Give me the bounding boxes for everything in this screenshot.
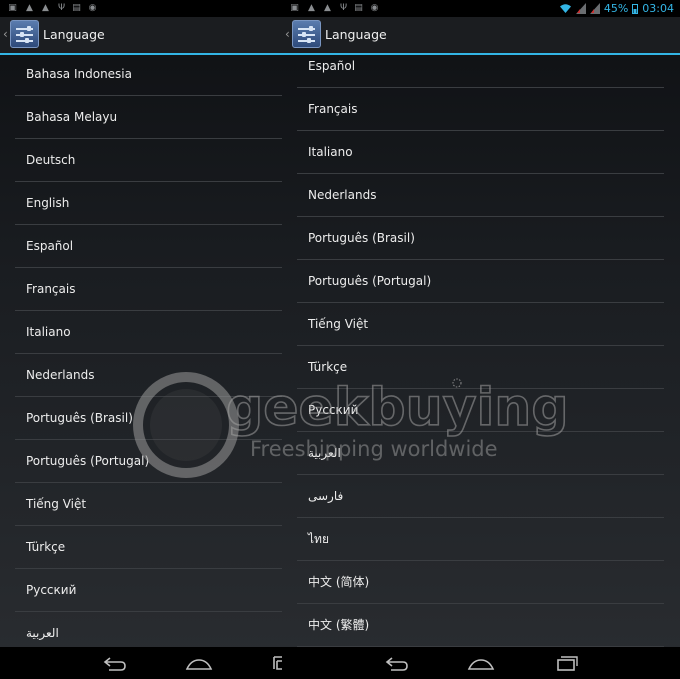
page-title: Language xyxy=(43,27,105,42)
status-bar: ▣ ▲ ▲ Ψ ▤ ◉ xyxy=(0,0,282,17)
language-item[interactable]: Bahasa Melayu xyxy=(15,96,282,139)
language-label: Español xyxy=(308,59,356,73)
back-icon[interactable] xyxy=(383,653,411,673)
language-label: Русский xyxy=(308,403,359,417)
home-icon[interactable] xyxy=(467,653,495,673)
usb-icon: Ψ xyxy=(57,3,66,13)
language-item[interactable]: Español xyxy=(297,45,664,88)
language-label: English xyxy=(26,196,70,210)
language-item[interactable]: Nederlands xyxy=(297,174,664,217)
language-label: Bahasa Melayu xyxy=(26,110,118,124)
battery-icon xyxy=(632,4,639,14)
language-item[interactable]: 中文 (繁體) xyxy=(297,604,664,647)
language-label: Русский xyxy=(26,583,77,597)
language-item[interactable]: Français xyxy=(15,268,282,311)
language-item[interactable]: Nederlands xyxy=(15,354,282,397)
home-icon[interactable] xyxy=(185,653,213,673)
language-label: Nederlands xyxy=(26,368,95,382)
download-icon: ▤ xyxy=(72,3,81,13)
recent-apps-icon[interactable] xyxy=(268,653,282,673)
warning-icon: ▲ xyxy=(26,3,33,13)
right-panel: ▣ ▲ ▲ Ψ ▤ ◉ 45% 03:04 ‹ Language Español… xyxy=(282,0,680,679)
language-label: العربية xyxy=(26,626,59,640)
usb-icon: Ψ xyxy=(339,3,348,13)
settings-sliders-icon[interactable] xyxy=(10,20,39,48)
language-list: Español Français Italiano Nederlands Portugu… xyxy=(297,45,664,647)
signal-icon xyxy=(575,3,586,14)
language-label: Português (Portugal) xyxy=(308,274,432,288)
notification-icon: ▣ xyxy=(290,3,299,13)
language-item[interactable]: Português (Portugal) xyxy=(297,260,664,303)
language-label: Português (Brasil) xyxy=(308,231,415,245)
signal-icon xyxy=(589,3,600,14)
page-title: Language xyxy=(325,27,387,42)
language-label: ไทย xyxy=(308,532,329,546)
language-item[interactable]: Русский xyxy=(15,569,282,612)
language-label: Tiếng Việt xyxy=(26,497,87,511)
action-bar: ‹ Language xyxy=(0,17,282,55)
language-label: Türkçe xyxy=(308,360,348,374)
language-item[interactable]: Tiếng Việt xyxy=(15,483,282,526)
language-label: Español xyxy=(26,239,74,253)
language-label: Português (Portugal) xyxy=(26,454,150,468)
up-chevron-icon[interactable]: ‹ xyxy=(3,27,8,41)
language-label: Français xyxy=(308,102,358,116)
clock: 03:04 xyxy=(642,2,674,15)
language-item[interactable]: Türkçe xyxy=(15,526,282,569)
recent-apps-icon[interactable] xyxy=(552,653,580,673)
language-label: Bahasa Indonesia xyxy=(26,67,132,81)
language-label: 中文 (繁體) xyxy=(308,618,370,632)
language-label: فارسی xyxy=(308,489,344,503)
language-item[interactable]: Русский xyxy=(297,389,664,432)
back-icon[interactable] xyxy=(101,653,129,673)
language-label: العربية xyxy=(308,446,341,460)
gamepad-icon: ◉ xyxy=(88,3,97,13)
language-label: Português (Brasil) xyxy=(26,411,133,425)
language-label: Türkçe xyxy=(26,540,66,554)
wifi-icon xyxy=(559,4,571,13)
language-item[interactable]: Español xyxy=(15,225,282,268)
language-item[interactable]: Italiano xyxy=(15,311,282,354)
language-item[interactable]: Français xyxy=(297,88,664,131)
language-label: Français xyxy=(26,282,76,296)
language-label: Italiano xyxy=(26,325,71,339)
battery-percent: 45% xyxy=(603,2,629,15)
language-item[interactable]: ไทย xyxy=(297,518,664,561)
left-panel: ▣ ▲ ▲ Ψ ▤ ◉ ‹ Language Bahasa Indonesia B… xyxy=(0,0,282,679)
language-item[interactable]: Bahasa Indonesia xyxy=(15,53,282,96)
up-chevron-icon[interactable]: ‹ xyxy=(285,27,290,41)
language-item[interactable]: العربية xyxy=(297,432,664,475)
language-item[interactable]: Türkçe xyxy=(297,346,664,389)
language-label: Tiếng Việt xyxy=(308,317,369,331)
warning-icon: ▲ xyxy=(308,3,315,13)
language-item[interactable]: Deutsch xyxy=(15,139,282,182)
warning-icon: ▲ xyxy=(42,3,49,13)
status-indicators: 45% 03:04 xyxy=(559,0,674,17)
download-icon: ▤ xyxy=(354,3,363,13)
language-item[interactable]: English xyxy=(15,182,282,225)
settings-sliders-icon[interactable] xyxy=(292,20,321,48)
navigation-bar xyxy=(0,647,282,679)
notification-icon: ▣ xyxy=(8,3,17,13)
language-item[interactable]: 中文 (简体) xyxy=(297,561,664,604)
status-bar: ▣ ▲ ▲ Ψ ▤ ◉ 45% 03:04 xyxy=(282,0,680,17)
language-label: 中文 (简体) xyxy=(308,575,370,589)
navigation-bar xyxy=(282,647,680,679)
language-item[interactable]: فارسی xyxy=(297,475,664,518)
language-item[interactable]: Português (Brasil) xyxy=(297,217,664,260)
language-label: Nederlands xyxy=(308,188,377,202)
language-item[interactable]: Italiano xyxy=(297,131,664,174)
language-label: Deutsch xyxy=(26,153,76,167)
language-list: Bahasa Indonesia Bahasa Melayu Deutsch Engl… xyxy=(15,53,282,655)
language-label: Italiano xyxy=(308,145,353,159)
language-item[interactable]: Português (Brasil) xyxy=(15,397,282,440)
language-item[interactable]: Português (Portugal) xyxy=(15,440,282,483)
gamepad-icon: ◉ xyxy=(370,3,379,13)
language-item[interactable]: Tiếng Việt xyxy=(297,303,664,346)
warning-icon: ▲ xyxy=(324,3,331,13)
